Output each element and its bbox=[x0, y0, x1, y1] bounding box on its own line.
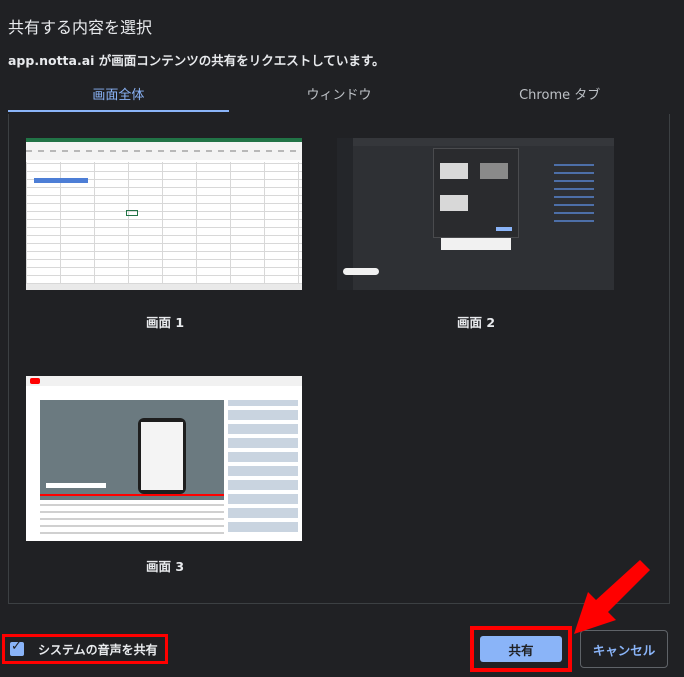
screen-2-thumbnail bbox=[337, 138, 614, 290]
app-top-bar bbox=[337, 138, 614, 146]
tab-window[interactable]: ウィンドウ bbox=[229, 84, 450, 112]
screen-3-thumbnail bbox=[26, 376, 302, 541]
video-progress-bar bbox=[40, 494, 224, 496]
share-audio-toggle[interactable]: システムの音声を共有 bbox=[2, 634, 168, 664]
page-title: 共有する内容を選択 bbox=[8, 18, 153, 37]
active-cell bbox=[126, 210, 138, 216]
request-subtitle: app.notta.ai が画面コンテンツの共有をリクエストしています。 bbox=[8, 53, 385, 68]
share-audio-checkbox[interactable] bbox=[10, 639, 24, 656]
screen-tile-3[interactable]: 画面 3 bbox=[26, 376, 304, 576]
screen-1-thumbnail bbox=[26, 138, 302, 290]
spreadsheet-ribbon bbox=[26, 142, 302, 160]
share-button[interactable]: 共有 bbox=[480, 636, 562, 662]
video-player bbox=[40, 400, 224, 500]
phone-screen bbox=[141, 422, 183, 490]
red-arrow-icon bbox=[574, 560, 650, 634]
tab-bar: 画面全体 ウィンドウ Chrome タブ bbox=[8, 84, 670, 112]
video-caption bbox=[46, 483, 106, 488]
phone-in-video bbox=[138, 418, 186, 494]
nested-share-button bbox=[496, 227, 512, 231]
video-site-header bbox=[26, 376, 302, 386]
share-button-highlight: 共有 bbox=[470, 626, 572, 672]
nested-thumb-a bbox=[440, 163, 468, 179]
spreadsheet-status-bar bbox=[26, 284, 302, 290]
screen-tile-1[interactable]: 画面 1 bbox=[26, 138, 304, 338]
app-pill bbox=[343, 268, 379, 275]
screen-3-label: 画面 3 bbox=[145, 559, 185, 574]
nested-light-panel bbox=[441, 238, 511, 250]
screen-2-label: 画面 2 bbox=[456, 315, 496, 330]
recommended-list bbox=[228, 400, 298, 536]
selected-range bbox=[34, 178, 88, 183]
screen-1-label: 画面 1 bbox=[145, 315, 185, 330]
nested-thumb-c bbox=[440, 195, 468, 211]
video-site-logo-icon bbox=[30, 378, 40, 384]
nested-thumb-b bbox=[480, 163, 508, 179]
video-description bbox=[40, 504, 224, 534]
screen-tile-2[interactable]: 画面 2 bbox=[337, 138, 615, 338]
nested-share-dialog bbox=[433, 148, 519, 238]
share-audio-label: システムの音声を共有 bbox=[38, 642, 158, 657]
screen-list-panel: 画面 1 画面 2 画面 3 bbox=[8, 114, 670, 604]
tab-chrome-tab[interactable]: Chrome タブ bbox=[449, 84, 670, 112]
app-right-list bbox=[554, 162, 594, 222]
tab-entire-screen[interactable]: 画面全体 bbox=[8, 84, 229, 112]
